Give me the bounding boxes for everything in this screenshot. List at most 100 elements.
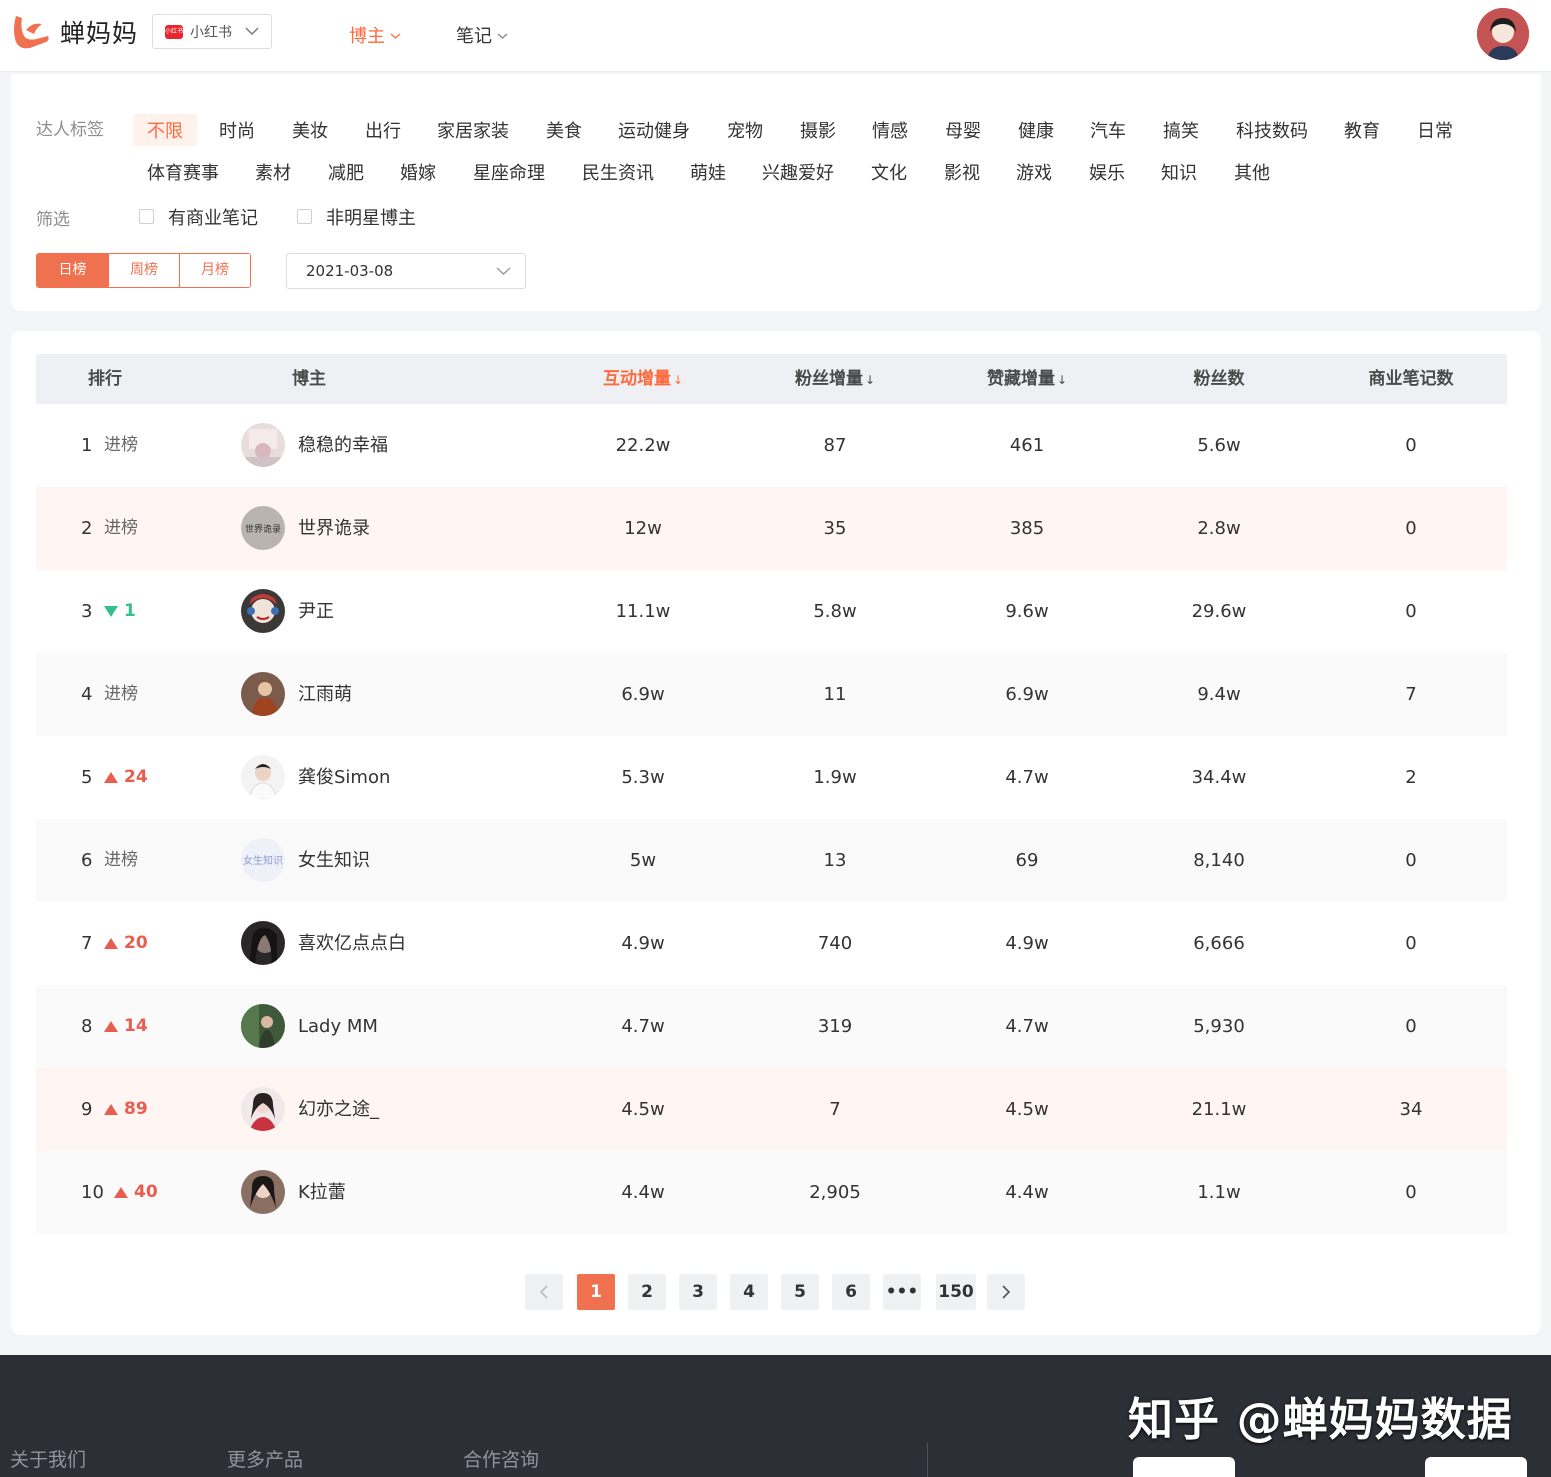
blogger-name[interactable]: 尹正 (298, 570, 334, 653)
blogger-avatar[interactable] (241, 1004, 285, 1048)
pagination-ellipsis[interactable]: ••• (883, 1274, 921, 1310)
blogger-avatar[interactable] (241, 1087, 285, 1131)
blogger-name[interactable]: 龚俊Simon (298, 736, 390, 819)
tag-item[interactable]: 星座命理 (473, 159, 545, 185)
blogger-avatar[interactable] (241, 755, 285, 799)
blogger-name[interactable]: K拉蕾 (298, 1151, 346, 1234)
tag-item[interactable]: 健康 (1018, 117, 1054, 143)
table-row[interactable]: 7 20 喜欢亿点点白 4.9w 740 4.9w 6,666 0 (36, 902, 1507, 985)
rank-number: 8 (81, 1016, 93, 1037)
tab-weekly[interactable]: 周榜 (108, 254, 179, 287)
page-button[interactable]: 1 (577, 1274, 615, 1310)
checkbox-commercial[interactable] (139, 209, 154, 224)
table-row[interactable]: 5 24 龚俊Simon 5.3w 1.9w 4.7w 34.4w 2 (36, 736, 1507, 819)
tag-item[interactable]: 素材 (255, 159, 291, 185)
page-button[interactable]: 2 (628, 1274, 666, 1310)
blogger-name[interactable]: Lady MM (298, 985, 378, 1068)
table-row[interactable]: 4 进榜 江雨萌 6.9w 11 6.9w 9.4w 7 (36, 653, 1507, 736)
tag-item[interactable]: 其他 (1234, 159, 1270, 185)
tag-item[interactable]: 体育赛事 (147, 159, 219, 185)
prev-page-button[interactable] (525, 1274, 563, 1310)
blogger-avatar[interactable] (241, 589, 285, 633)
likes-increase: 4.4w (1005, 1182, 1049, 1203)
tag-item[interactable]: 美妆 (292, 117, 328, 143)
page-button[interactable]: 3 (679, 1274, 717, 1310)
blogger-avatar[interactable] (241, 921, 285, 965)
date-select[interactable]: 2021-03-08 (286, 253, 526, 289)
blogger-name[interactable]: 江雨萌 (298, 653, 352, 736)
tag-item[interactable]: 美食 (546, 117, 582, 143)
tag-item[interactable]: 出行 (365, 117, 401, 143)
likes-increase: 385 (1009, 518, 1045, 539)
blogger-avatar[interactable] (241, 423, 285, 467)
blogger-avatar[interactable] (241, 1170, 285, 1214)
page-button[interactable]: 4 (730, 1274, 768, 1310)
tag-item[interactable]: 兴趣爱好 (762, 159, 834, 185)
footer-consult[interactable]: 合作咨询 (463, 1445, 539, 1472)
rank-change: 40 (114, 1151, 158, 1234)
fans-increase: 87 (823, 435, 847, 456)
tag-item[interactable]: 民生资讯 (582, 159, 654, 185)
tab-daily[interactable]: 日榜 (37, 254, 108, 287)
col-fans-inc[interactable]: 粉丝增量 ↓ (795, 354, 875, 404)
table-row[interactable]: 6 进榜 女生知识 女生知识 5w 13 69 8,140 0 (36, 819, 1507, 902)
tag-item[interactable]: 文化 (871, 159, 907, 185)
sort-icon: ↓ (864, 373, 876, 387)
col-likes-inc[interactable]: 赞藏增量 ↓ (987, 354, 1067, 404)
blogger-name[interactable]: 稳稳的幸福 (298, 404, 388, 487)
table-row[interactable]: 10 40 K拉蕾 4.4w 2,905 4.4w 1.1w 0 (36, 1151, 1507, 1234)
blogger-name[interactable]: 世界诡录 (298, 487, 370, 570)
blogger-name[interactable]: 女生知识 (298, 819, 370, 902)
tag-item[interactable]: 时尚 (219, 117, 255, 143)
table-row[interactable]: 2 进榜 世界诡录 世界诡录 12w 35 385 2.8w 0 (36, 487, 1507, 570)
tag-item[interactable]: 影视 (944, 159, 980, 185)
page-button[interactable]: 150 (936, 1274, 976, 1310)
tag-item[interactable]: 减肥 (328, 159, 364, 185)
tag-item[interactable]: 游戏 (1016, 159, 1052, 185)
tag-item[interactable]: 知识 (1161, 159, 1197, 185)
table-row[interactable]: 8 14 Lady MM 4.7w 319 4.7w 5,930 0 (36, 985, 1507, 1068)
tag-item[interactable]: 教育 (1344, 117, 1380, 143)
table-row[interactable]: 1 进榜 稳稳的幸福 22.2w 87 461 5.6w 0 (36, 404, 1507, 487)
tag-item[interactable]: 日常 (1417, 117, 1453, 143)
tag-item[interactable]: 家居家装 (437, 117, 509, 143)
rank-change-new: 进榜 (104, 684, 138, 704)
tag-item[interactable]: 运动健身 (618, 117, 690, 143)
table-row[interactable]: 9 89 幻亦之途_ 4.5w 7 4.5w 21.1w 34 (36, 1068, 1507, 1151)
svg-text:世界诡录: 世界诡录 (245, 523, 281, 535)
tag-item[interactable]: 婚嫁 (400, 159, 436, 185)
next-page-button[interactable] (987, 1274, 1025, 1310)
checkbox-non-celebrity[interactable] (297, 209, 312, 224)
nav-notes[interactable]: 笔记 (456, 22, 508, 48)
page-button[interactable]: 5 (781, 1274, 819, 1310)
sort-icon: ↓ (1056, 373, 1068, 387)
col-interaction-inc[interactable]: 互动增量 ↓ (603, 354, 683, 404)
platform-select[interactable]: 小红书 小红书 (152, 14, 272, 49)
tag-item[interactable]: 娱乐 (1089, 159, 1125, 185)
table-row[interactable]: 3 1 尹正 11.1w 5.8w 9.6w 29.6w 0 (36, 570, 1507, 653)
tag-item[interactable]: 宠物 (727, 117, 763, 143)
nav-bloggers[interactable]: 博主 (349, 22, 401, 48)
tag-item-selected[interactable]: 不限 (133, 114, 197, 146)
tag-item[interactable]: 汽车 (1090, 117, 1126, 143)
blogger-avatar[interactable]: 女生知识 (241, 838, 285, 882)
brand-logo[interactable]: 蝉妈妈 (10, 12, 138, 52)
blogger-avatar[interactable]: 世界诡录 (241, 506, 285, 550)
blogger-name[interactable]: 幻亦之途_ (298, 1068, 379, 1151)
tag-item[interactable]: 母婴 (945, 117, 981, 143)
col-rank: 排行 (88, 369, 122, 389)
likes-increase: 6.9w (1005, 684, 1049, 705)
rank-number: 5 (81, 767, 93, 788)
tag-item[interactable]: 萌娃 (690, 159, 726, 185)
blogger-avatar[interactable] (241, 672, 285, 716)
user-avatar[interactable] (1477, 8, 1529, 60)
blogger-name[interactable]: 喜欢亿点点白 (298, 902, 406, 985)
page-button[interactable]: 6 (832, 1274, 870, 1310)
tag-item[interactable]: 情感 (872, 117, 908, 143)
footer-about[interactable]: 关于我们 (10, 1445, 86, 1472)
tag-item[interactable]: 摄影 (800, 117, 836, 143)
tag-item[interactable]: 科技数码 (1236, 117, 1308, 143)
tab-monthly[interactable]: 月榜 (179, 254, 250, 287)
tag-item[interactable]: 搞笑 (1163, 117, 1199, 143)
footer-products[interactable]: 更多产品 (227, 1445, 303, 1472)
